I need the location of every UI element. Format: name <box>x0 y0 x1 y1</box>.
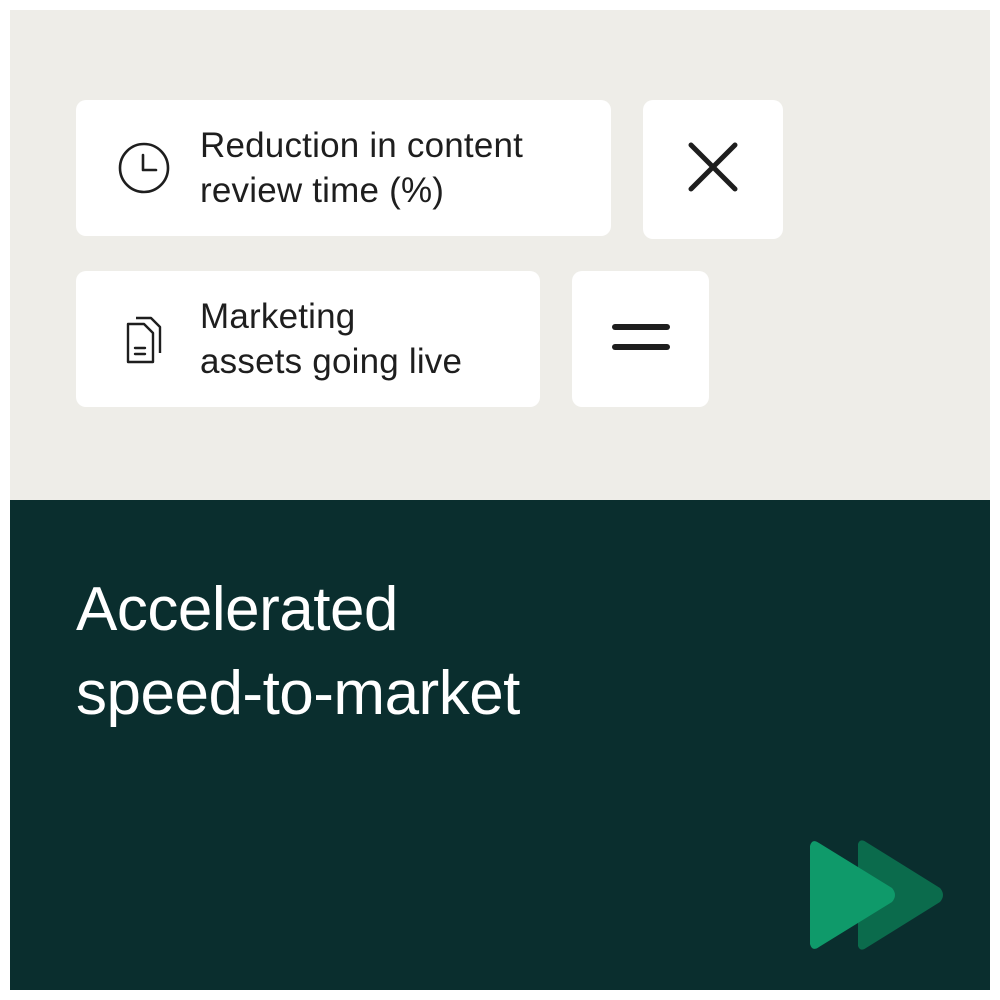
operator-card-multiply <box>643 100 783 239</box>
infographic-card: Reduction in content review time (%) Mar… <box>10 10 990 990</box>
operator-card-equals <box>572 271 709 407</box>
metric-label-assets-live: Marketing assets going live <box>200 297 463 381</box>
documents-icon <box>116 311 172 367</box>
clock-icon <box>116 140 172 196</box>
equals-icon <box>611 322 671 357</box>
metric-card-assets-live: Marketing assets going live <box>76 271 540 407</box>
formula-panel: Reduction in content review time (%) Mar… <box>10 10 990 500</box>
metric-card-review-time: Reduction in content review time (%) <box>76 100 611 236</box>
multiply-icon <box>687 141 739 198</box>
metric-label-review-time: Reduction in content review time (%) <box>200 126 524 210</box>
fast-forward-icon <box>810 838 944 952</box>
result-panel: Accelerated speed-to-market <box>10 500 990 990</box>
headline: Accelerated speed-to-market <box>76 575 520 728</box>
